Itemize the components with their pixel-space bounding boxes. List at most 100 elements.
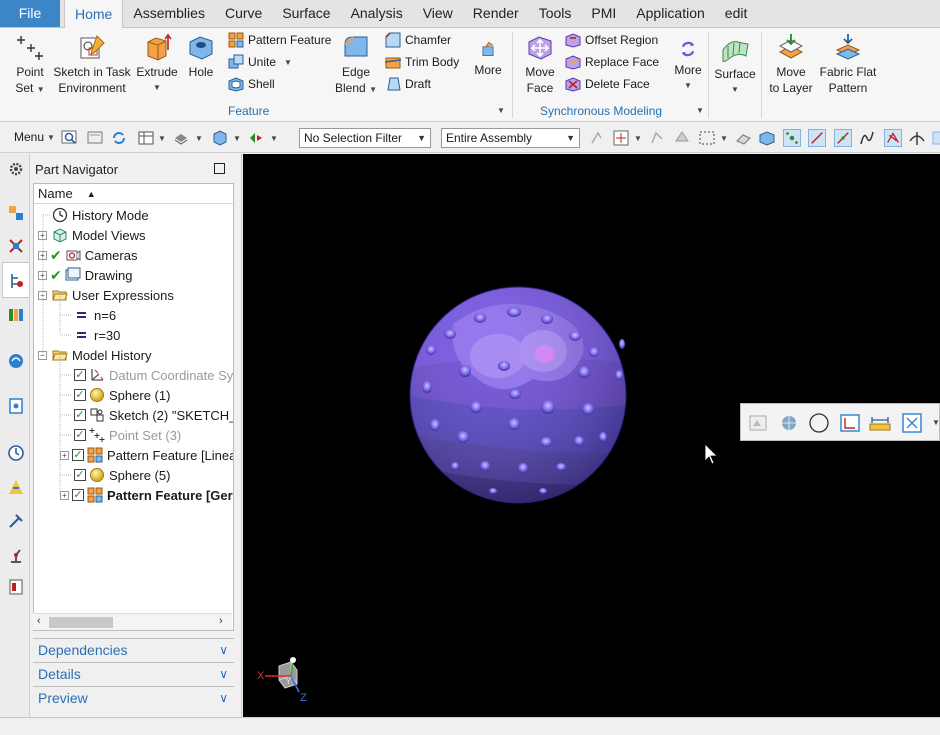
- offset-region-button[interactable]: Offset Region: [565, 30, 658, 50]
- part-navigator-tab[interactable]: [2, 262, 29, 298]
- cube-caret[interactable]: ▼: [233, 134, 241, 143]
- table-caret[interactable]: ▼: [158, 134, 166, 143]
- roles-icon[interactable]: [7, 578, 25, 596]
- unite-button[interactable]: Unite ▼: [228, 52, 292, 72]
- refresh-icon[interactable]: [110, 129, 128, 147]
- trim-body-button[interactable]: Trim Body: [385, 52, 459, 72]
- visibility-checkbox[interactable]: ✓: [74, 409, 86, 421]
- chamfer-button[interactable]: Chamfer: [385, 30, 451, 50]
- hole-button[interactable]: Hole: [183, 32, 219, 80]
- settings-gear-icon[interactable]: [7, 160, 25, 178]
- select-box-icon[interactable]: [612, 129, 630, 147]
- shell-button[interactable]: Shell: [228, 74, 275, 94]
- tree-node-point-set-3[interactable]: ✓ Point Set (3): [74, 425, 181, 445]
- expand-toggle[interactable]: +: [60, 450, 69, 460]
- expand-toggle[interactable]: +: [60, 490, 69, 500]
- snap-mid-icon[interactable]: [834, 129, 852, 147]
- tab-render[interactable]: Render: [463, 0, 529, 27]
- document-icon[interactable]: [7, 397, 25, 415]
- tree-node-expression-r[interactable]: r=30: [74, 325, 120, 345]
- tree-node-sphere-1[interactable]: ✓ Sphere (1): [74, 385, 170, 405]
- tree-node-pattern-feature-general[interactable]: + ✓ Pattern Feature [Ger: [60, 485, 233, 505]
- move-to-layer-button[interactable]: Move to Layer: [766, 32, 816, 96]
- circle-view-icon[interactable]: [808, 412, 830, 434]
- tab-analysis[interactable]: Analysis: [341, 0, 413, 27]
- select-feature-icon[interactable]: [648, 129, 666, 147]
- assembly-navigator-icon[interactable]: [7, 204, 25, 222]
- print-caret[interactable]: ▼: [195, 134, 203, 143]
- column-header-name[interactable]: Name ▲: [34, 184, 233, 204]
- tools-icon[interactable]: [7, 512, 25, 530]
- eraser-icon[interactable]: [735, 129, 753, 147]
- selection-filter-dropdown[interactable]: No Selection Filter ▼: [299, 128, 431, 148]
- print-icon[interactable]: [172, 129, 190, 147]
- select-curve-icon[interactable]: [589, 129, 607, 147]
- details-panel-header[interactable]: Details ∨: [33, 662, 234, 684]
- tab-edit[interactable]: edit: [715, 0, 758, 27]
- select-body-icon[interactable]: [673, 129, 691, 147]
- tab-tools[interactable]: Tools: [529, 0, 582, 27]
- tab-surface[interactable]: Surface: [272, 0, 340, 27]
- replace-face-button[interactable]: Replace Face: [565, 52, 659, 72]
- visibility-checkbox[interactable]: ✓: [72, 489, 84, 501]
- arrows-icon[interactable]: [247, 129, 265, 147]
- scroll-thumb[interactable]: [49, 617, 113, 628]
- feature-group-caret[interactable]: ▼: [497, 106, 505, 115]
- cube-icon[interactable]: [211, 129, 229, 147]
- expand-toggle[interactable]: +: [38, 250, 47, 260]
- assembly-scope-dropdown[interactable]: Entire Assembly ▼: [441, 128, 580, 148]
- rectangle-select-icon[interactable]: [698, 129, 716, 147]
- reuse-library-icon[interactable]: [7, 306, 25, 324]
- snap-tangent-icon[interactable]: [908, 129, 926, 147]
- tab-curve[interactable]: Curve: [215, 0, 272, 27]
- select-box-caret[interactable]: ▼: [634, 134, 642, 143]
- delete-face-button[interactable]: Delete Face: [565, 74, 650, 94]
- tab-application[interactable]: Application: [626, 0, 715, 27]
- snap-end-icon[interactable]: [808, 129, 826, 147]
- fit-view-icon[interactable]: [901, 412, 923, 434]
- surface-button[interactable]: Surface ▼: [713, 34, 757, 98]
- snap-intersect-icon[interactable]: [884, 129, 902, 147]
- measure-icon[interactable]: [869, 412, 891, 434]
- visibility-checkbox[interactable]: ✓: [74, 389, 86, 401]
- point-set-button[interactable]: Point Set ▼: [10, 32, 50, 98]
- view-orient-icon[interactable]: [747, 412, 769, 434]
- tree-node-model-views[interactable]: + Model Views: [38, 225, 145, 245]
- visibility-checkbox[interactable]: ✓: [74, 429, 86, 441]
- floating-toolbar-caret[interactable]: ▼: [932, 418, 940, 427]
- maximize-icon[interactable]: [214, 163, 225, 174]
- tree-node-user-expressions[interactable]: − User Expressions: [38, 285, 174, 305]
- visibility-checkbox[interactable]: ✓: [72, 449, 84, 461]
- fabric-flat-pattern-button[interactable]: Fabric Flat Pattern: [818, 32, 878, 96]
- pattern-feature-button[interactable]: Pattern Feature: [228, 30, 331, 50]
- move-face-button[interactable]: Move Face: [518, 32, 562, 96]
- dependencies-panel-header[interactable]: Dependencies ∨: [33, 638, 234, 660]
- snap-point-icon[interactable]: [783, 129, 801, 147]
- web-browser-icon[interactable]: [7, 352, 25, 370]
- visibility-checkbox[interactable]: ✓: [74, 369, 86, 381]
- tree-node-model-history[interactable]: − Model History: [38, 345, 151, 365]
- visualization-icon[interactable]: [7, 478, 25, 496]
- menu-button[interactable]: Menu ▼: [14, 130, 55, 144]
- scroll-right-icon[interactable]: ›: [219, 615, 223, 627]
- expand-toggle[interactable]: +: [38, 230, 47, 240]
- snap-more-icon[interactable]: [932, 129, 940, 147]
- tree-node-sketch-2[interactable]: ✓ Sketch (2) "SKETCH_0: [74, 405, 233, 425]
- arrows-caret[interactable]: ▼: [270, 134, 278, 143]
- tree-node-history-mode[interactable]: History Mode: [52, 205, 149, 225]
- sync-more-button[interactable]: More ▼: [670, 38, 706, 94]
- tab-file[interactable]: File: [0, 0, 60, 27]
- visibility-checkbox[interactable]: ✓: [74, 469, 86, 481]
- feature-more-button[interactable]: More: [470, 38, 506, 78]
- table-icon[interactable]: [137, 129, 155, 147]
- draft-button[interactable]: Draft: [385, 74, 431, 94]
- graphics-viewport[interactable]: X Z Y ▼: [243, 154, 940, 717]
- tab-pmi[interactable]: PMI: [581, 0, 626, 27]
- tree-node-sphere-5[interactable]: ✓ Sphere (5): [74, 465, 170, 485]
- snap-curve-icon[interactable]: [858, 129, 876, 147]
- robot-arm-icon[interactable]: [7, 546, 25, 564]
- tree-node-pattern-feature-linear[interactable]: + ✓ Pattern Feature [Linea: [60, 445, 233, 465]
- render-style-icon[interactable]: [778, 412, 800, 434]
- tree-node-datum-csys[interactable]: ✓ Datum Coordinate Sy: [74, 365, 233, 385]
- rectangle-select-caret[interactable]: ▼: [720, 134, 728, 143]
